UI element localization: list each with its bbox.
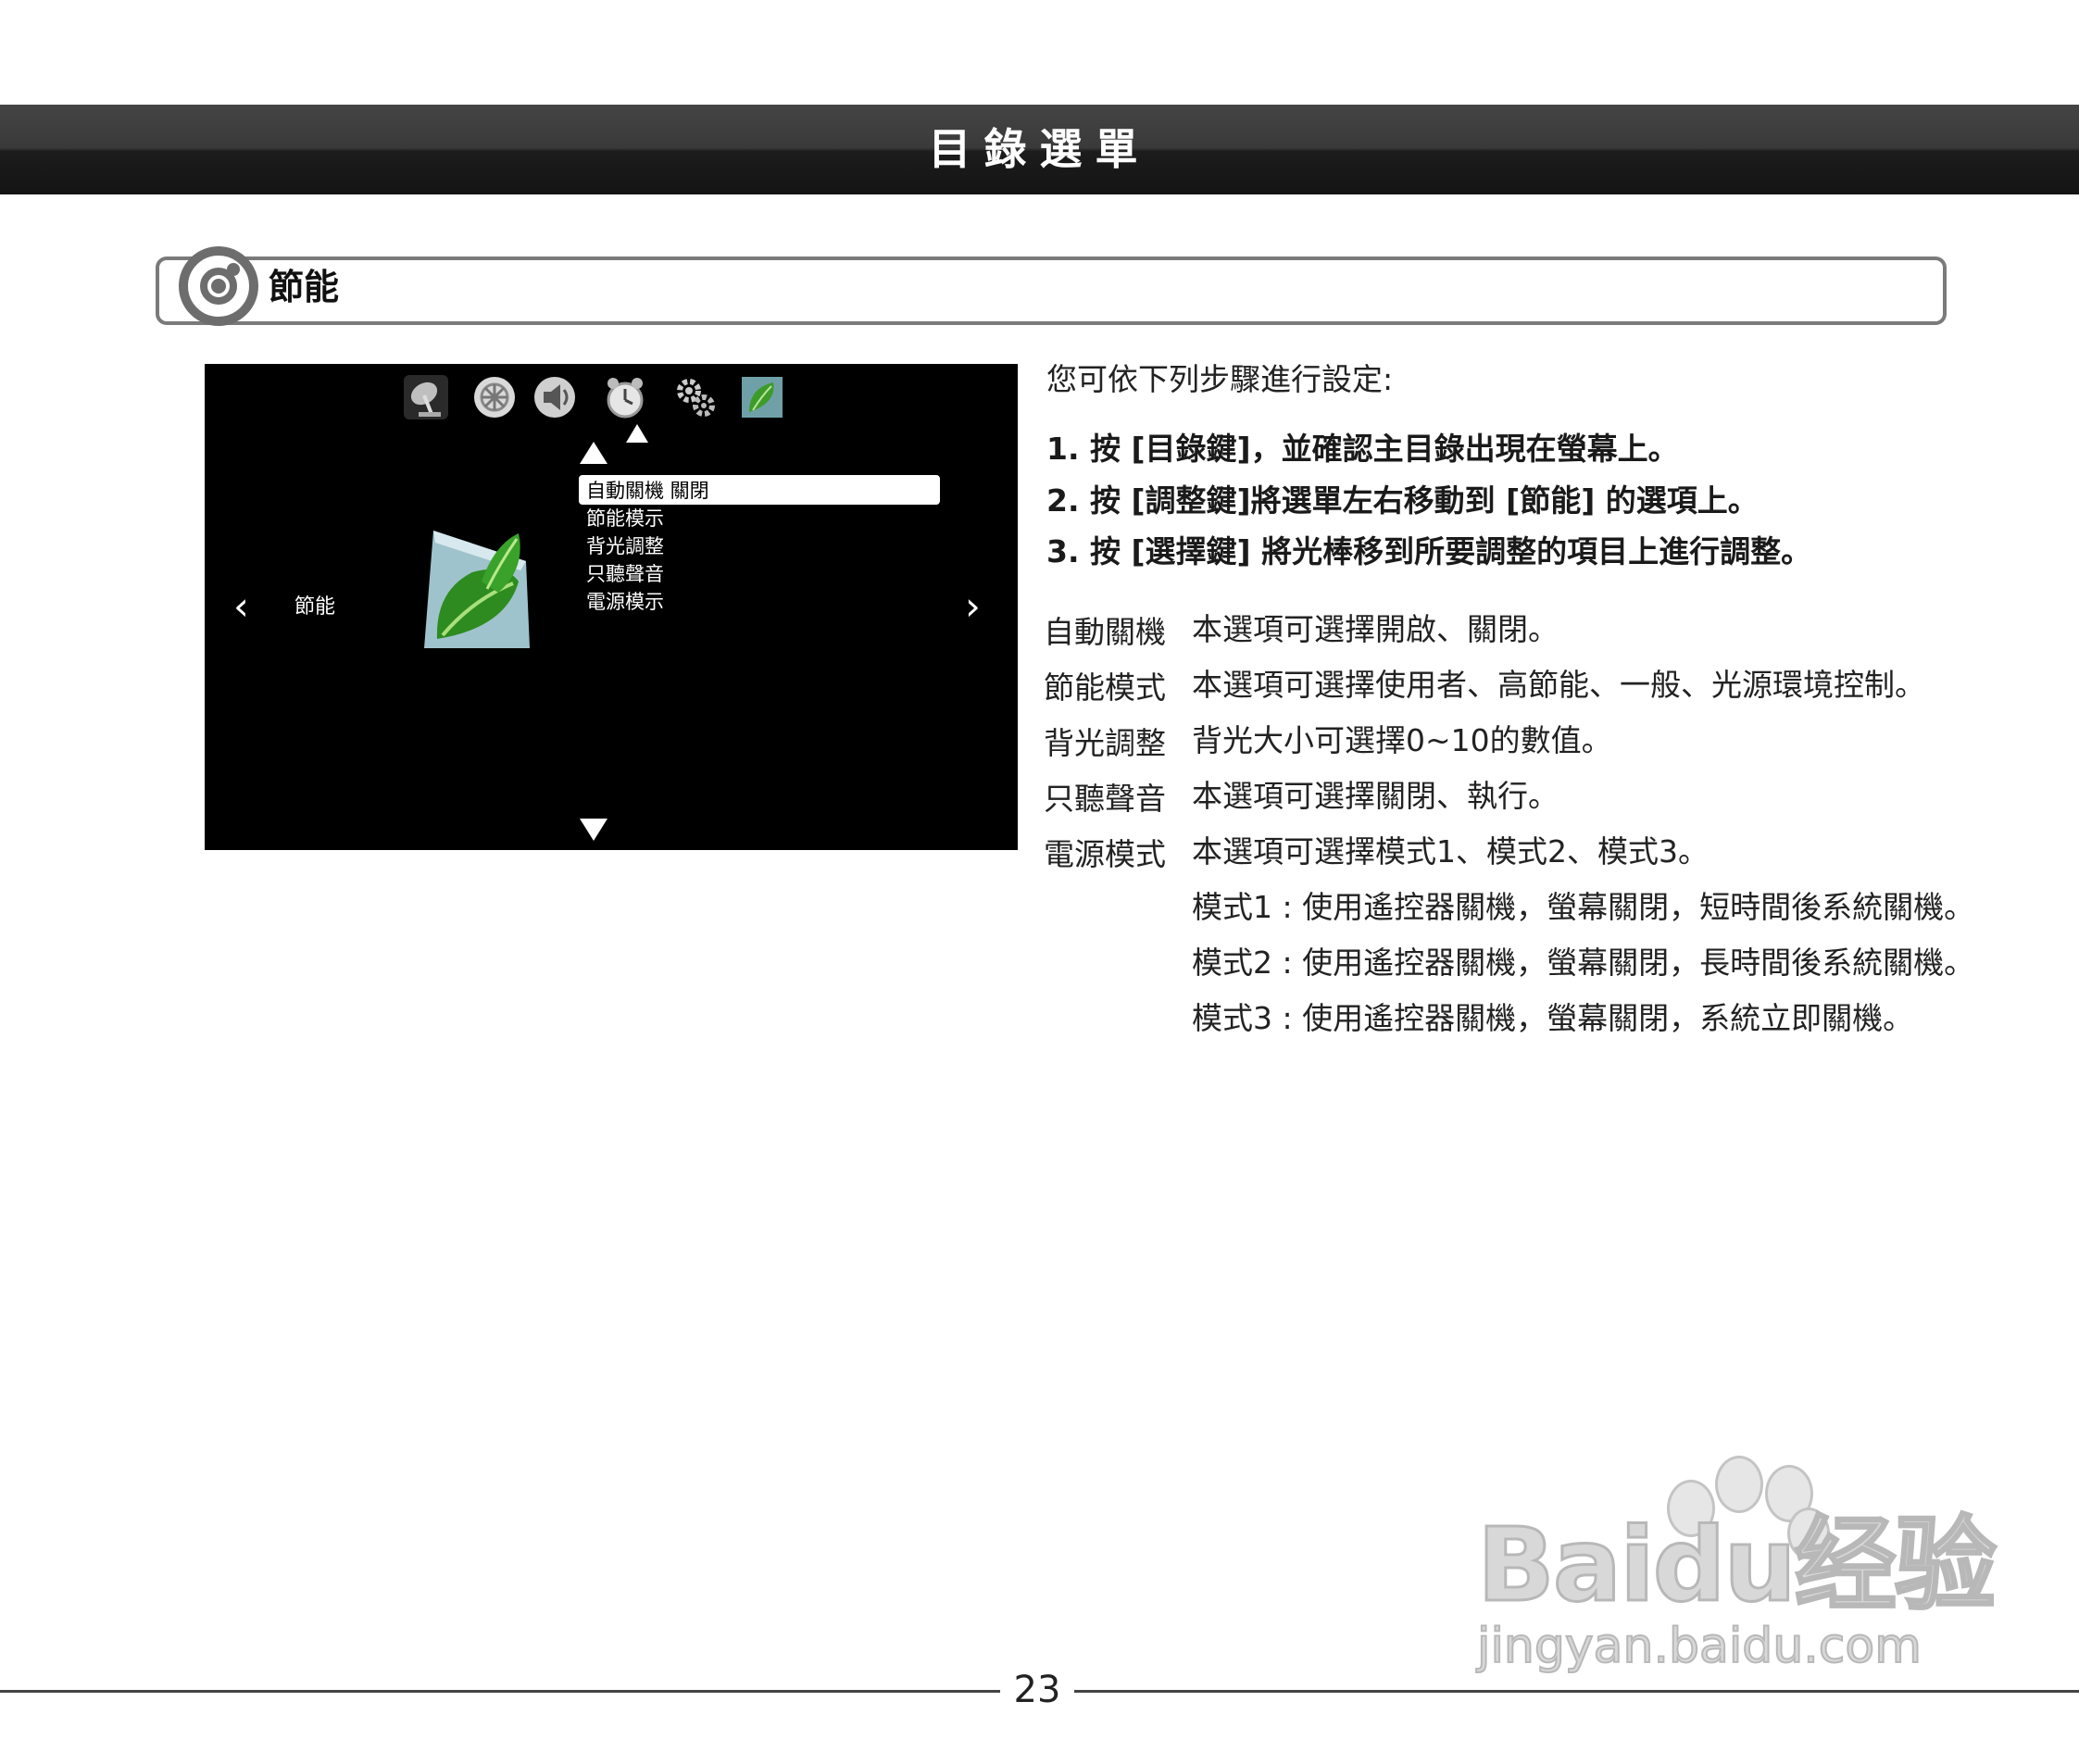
menu-item-auto-off[interactable]: 自動關機 關閉: [586, 477, 709, 505]
desc-audio-only: 本選項可選擇關閉、執行。: [1192, 778, 1559, 814]
menu-item-audio-only[interactable]: 只聽聲音: [586, 560, 664, 588]
menu-item-energy-mode[interactable]: 節能模示: [586, 505, 664, 532]
mode-2-text: 模式2 : 使用遙控器關機，螢幕關閉，長時間後系統關機。: [1192, 945, 1975, 981]
section-title: 節能: [269, 267, 340, 307]
intro-text: 您可依下列步驟進行設定:: [1046, 361, 1394, 397]
chevron-right-icon[interactable]: ›: [965, 587, 981, 626]
page-number: 23: [1013, 1669, 1061, 1711]
menu-item-power-mode[interactable]: 電源模示: [586, 588, 664, 616]
scroll-down-arrow-icon[interactable]: [580, 819, 607, 841]
term-energy-mode: 節能模式: [1044, 669, 1166, 706]
gears-icon[interactable]: [673, 375, 718, 419]
paw-toe-2: [1715, 1456, 1763, 1513]
picture-icon[interactable]: [472, 375, 517, 419]
page-title: 目錄選單: [928, 124, 1151, 174]
speaker-icon[interactable]: [532, 375, 577, 419]
chevron-left-icon[interactable]: ‹: [233, 587, 249, 626]
desc-power-mode: 本選項可選擇模式1、模式2、模式3。: [1192, 833, 1709, 869]
term-power-mode: 電源模式: [1044, 836, 1166, 872]
step-1: 1. 按 [目錄鍵]，並確認主目錄出現在螢幕上。: [1046, 431, 1679, 467]
footer-rule-right: [1074, 1690, 2079, 1693]
term-audio-only: 只聽聲音: [1044, 781, 1166, 817]
desc-auto-off: 本選項可選擇開啟、關閉。: [1192, 611, 1559, 647]
alarm-clock-icon[interactable]: [603, 375, 647, 419]
step-2: 2. 按 [調整鍵]將選單左右移動到 [節能] 的選項上。: [1046, 482, 1759, 519]
section-bar: [156, 256, 1947, 325]
step-3: 3. 按 [選擇鍵] 將光棒移到所要調整的項目上進行調整。: [1046, 533, 1812, 569]
watermark-brand: Baidu经验: [1476, 1506, 1998, 1624]
active-tab-indicator: [626, 424, 648, 443]
desc-backlight: 背光大小可選擇0~10的數值。: [1192, 722, 1612, 758]
leaf-icon[interactable]: [740, 375, 784, 419]
menu-item-backlight[interactable]: 背光調整: [586, 532, 664, 560]
term-auto-off: 自動關機: [1044, 614, 1166, 650]
footer-rule-left: [0, 1690, 1000, 1693]
scroll-up-arrow-icon[interactable]: [580, 442, 607, 464]
desc-energy-mode: 本選項可選擇使用者、高節能、一般、光源環境控制。: [1192, 667, 1925, 703]
energy-saving-leaf-icon: [424, 531, 530, 648]
satellite-dish-icon[interactable]: [404, 375, 448, 419]
term-backlight: 背光調整: [1044, 725, 1166, 761]
watermark-url: jingyan.baidu.com: [1476, 1618, 1922, 1675]
mode-1-text: 模式1 : 使用遙控器關機，螢幕關閉，短時間後系統關機。: [1192, 889, 1975, 925]
category-label: 節能: [294, 595, 336, 619]
mode-3-text: 模式3 : 使用遙控器關機，螢幕關閉，系統立即關機。: [1192, 1000, 1914, 1036]
target-icon: [179, 246, 258, 326]
